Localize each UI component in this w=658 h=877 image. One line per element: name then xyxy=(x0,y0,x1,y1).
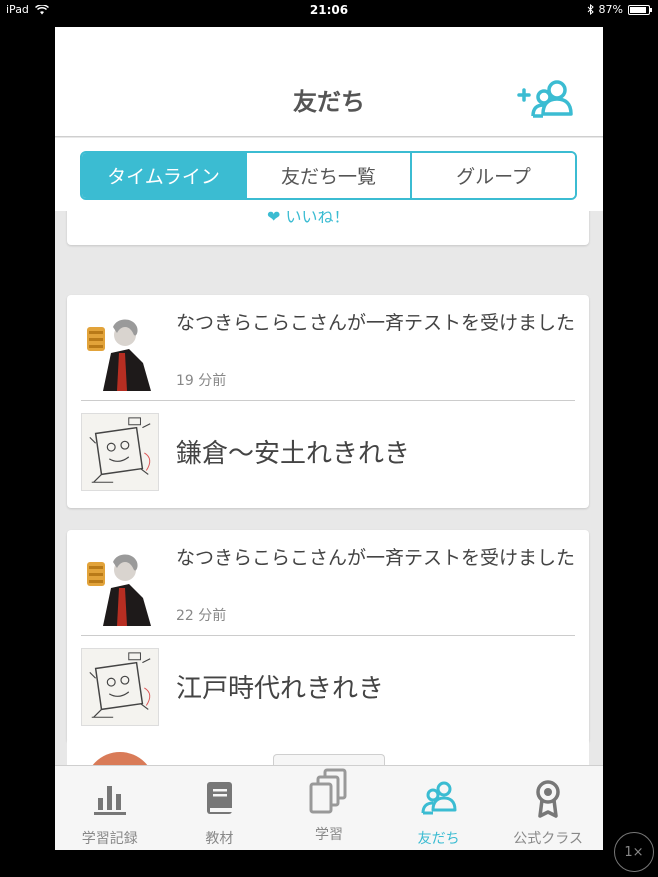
feed-card[interactable]: なつきらこらこさんが一斉テストを受けました 19 分前 鎌倉〜安土れきれき xyxy=(67,295,589,508)
bluetooth-icon xyxy=(587,4,594,15)
card-divider xyxy=(81,635,575,636)
tab-label: 教材 xyxy=(205,831,234,847)
battery-percent: 87% xyxy=(598,3,623,16)
navigation-bar: 友だち xyxy=(55,27,603,137)
ribbon-icon xyxy=(536,780,560,818)
battery-icon xyxy=(628,4,652,15)
user-avatar xyxy=(85,752,155,765)
tab-label: 公式クラス xyxy=(513,831,584,847)
tab-bar: 学習記録 教材 学習 友だち 公式クラス xyxy=(55,765,603,850)
like-button[interactable]: ❤ いいね！ xyxy=(267,211,350,227)
tab-friends[interactable]: 友だち xyxy=(384,766,494,850)
feed-card-partial: ❤ いいね！ xyxy=(67,211,589,245)
ipad-screen: iPad 21:06 87% 友だち タイムライン 友だち一覧 グループ ❤ い… xyxy=(0,0,658,877)
tab-label: 学習記録 xyxy=(81,831,138,847)
tab-official-class[interactable]: 公式クラス xyxy=(493,766,603,850)
friends-icon xyxy=(421,781,457,815)
user-avatar xyxy=(81,548,159,626)
tab-friend-list[interactable]: 友だち一覧 xyxy=(247,153,412,198)
status-bar: iPad 21:06 87% xyxy=(0,0,658,20)
segment-bar: タイムライン 友だち一覧 グループ xyxy=(55,138,603,211)
timeline-feed[interactable]: ❤ いいね！ なつきらこらこさんが一斉テストを受けました 19 分前 鎌倉〜安土… xyxy=(55,211,603,765)
test-title: 鎌倉〜安土れきれき xyxy=(176,439,411,469)
cards-icon xyxy=(309,768,347,814)
zoom-button[interactable]: 1× xyxy=(614,832,654,872)
tab-materials[interactable]: 教材 xyxy=(165,766,275,850)
app-window: 友だち タイムライン 友だち一覧 グループ ❤ いいね！ なつきらこらこさんが一… xyxy=(55,27,603,850)
activity-message: なつきらこらこさんが一斉テストを受けました xyxy=(176,547,576,569)
add-friend-button[interactable] xyxy=(515,77,579,119)
test-title: 江戸時代れきれき xyxy=(176,674,385,704)
like-label: いいね！ xyxy=(285,211,350,226)
tab-study-record[interactable]: 学習記録 xyxy=(55,766,165,850)
heart-icon: ❤ xyxy=(267,211,281,226)
activity-message: なつきらこらこさんが一斉テストを受けました xyxy=(176,312,576,334)
activity-time: 22 分前 xyxy=(176,608,227,624)
test-thumbnail xyxy=(81,648,159,726)
card-divider xyxy=(81,400,575,401)
tab-label: 友だち xyxy=(417,831,460,847)
segmented-control: タイムライン 友だち一覧 グループ xyxy=(80,151,577,200)
tab-label: 学習 xyxy=(314,827,343,843)
add-friend-icon xyxy=(517,80,573,118)
tab-timeline[interactable]: タイムライン xyxy=(82,153,247,198)
tab-study[interactable]: 学習 xyxy=(274,766,384,850)
user-avatar xyxy=(81,313,159,391)
tab-group[interactable]: グループ xyxy=(412,153,575,198)
feed-card[interactable]: なつきらこらこさんが一斉テストを受けました 22 分前 江戸時代れきれき xyxy=(67,530,589,743)
test-thumbnail xyxy=(81,413,159,491)
status-time: 21:06 xyxy=(309,3,349,17)
bar-chart-icon xyxy=(93,786,126,815)
book-icon xyxy=(207,782,233,814)
activity-time: 19 分前 xyxy=(176,373,227,389)
